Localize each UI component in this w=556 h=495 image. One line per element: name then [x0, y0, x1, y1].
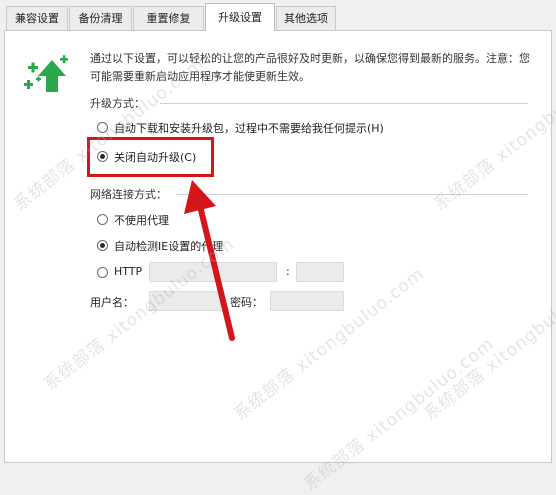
auto-detect-ie-proxy-radio[interactable] [97, 240, 108, 251]
sparkle-upgrade-icon [24, 55, 68, 92]
http-proxy-label[interactable]: HTTP [114, 265, 142, 278]
tab-other-options[interactable]: 其他选项 [276, 6, 336, 30]
no-proxy-radio[interactable] [97, 214, 108, 225]
username-label: 用户名： [90, 296, 134, 309]
http-proxy-radio[interactable] [97, 267, 108, 278]
upgrade-description: 通过以下设置，可以轻松的让您的产品很好及时更新，以确保您得到最新的服务。注意：您… [90, 52, 530, 83]
no-proxy-label[interactable]: 不使用代理 [114, 212, 169, 228]
tab-reset-repair[interactable]: 重置修复 [133, 6, 204, 30]
tab-upgrade-settings[interactable]: 升级设置 [205, 3, 275, 31]
port-separator: : [286, 265, 290, 278]
arrow-annotation-icon [184, 180, 235, 341]
auto-upgrade-radio[interactable] [97, 122, 108, 133]
settings-panel [4, 30, 552, 463]
upgrade-method-title: 升级方式： [90, 97, 145, 110]
tab-bar: 兼容设置 备份清理 重置修复 升级设置 其他选项 [0, 0, 556, 31]
highlight-box [87, 137, 214, 177]
tab-compatibility[interactable]: 兼容设置 [6, 6, 68, 30]
network-method-title: 网络连接方式： [90, 188, 167, 201]
auto-upgrade-label[interactable]: 自动下载和安装升级包，过程中不需要给我任何提示(H) [114, 120, 384, 136]
tab-backup-cleanup[interactable]: 备份清理 [69, 6, 132, 30]
proxy-port-input[interactable] [296, 262, 344, 282]
upgrade-divider [160, 103, 528, 104]
password-input[interactable] [270, 291, 344, 311]
